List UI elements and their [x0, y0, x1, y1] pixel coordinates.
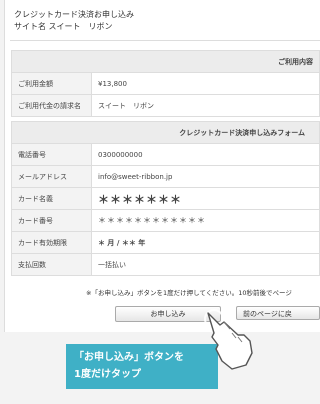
table-row: ご利用代金の請求名 スイート リボン: [11, 94, 320, 117]
card-number-field[interactable]: ＊＊＊＊＊＊＊＊＊＊＊＊: [91, 209, 320, 232]
tap-instruction-callout: 「お申し込み」ボタンを 1度だけタップ: [66, 344, 218, 389]
email-field[interactable]: info@sweet-ribbon.jp: [91, 165, 320, 188]
card-number-label: カード番号: [11, 209, 92, 232]
table-row: ご利用金額 ¥13,800: [11, 72, 320, 95]
billing-name-label: ご利用代金の請求名: [11, 94, 92, 117]
table-row: 支払回数 一括払い: [11, 253, 320, 276]
divider: [10, 40, 320, 41]
title-line-2: サイト名 スイート リボン: [14, 22, 113, 31]
card-expiry-field[interactable]: ＊ 月 / ＊＊ 年: [91, 231, 320, 254]
callout-line-2: 1度だけタップ: [74, 369, 141, 380]
notice-text: ※「お申し込み」ボタンを1度だけ押してください。10秒前後でページ: [86, 289, 292, 297]
billing-name-value: スイート リボン: [91, 94, 320, 117]
usage-table: ご利用内容 ご利用金額 ¥13,800 ご利用代金の請求名 スイート リボン: [11, 50, 320, 117]
title-line-1: クレジットカード決済お申し込み: [14, 10, 134, 19]
phone-label: 電話番号: [11, 143, 92, 166]
form-heading: クレジットカード決済申し込みフォーム: [11, 121, 320, 144]
page: クレジットカード決済お申し込み サイト名 スイート リボン ご利用内容 ご利用金…: [0, 0, 320, 404]
table-row: カード名義 ＊＊＊＊＊＊＊: [11, 187, 320, 210]
amount-value: ¥13,800: [91, 72, 320, 95]
card-holder-label: カード名義: [11, 187, 92, 210]
email-label: メールアドレス: [11, 165, 92, 188]
table-row: メールアドレス info@sweet-ribbon.jp: [11, 165, 320, 188]
card-holder-field[interactable]: ＊＊＊＊＊＊＊: [91, 187, 320, 210]
installments-field[interactable]: 一括払い: [91, 253, 320, 276]
table-row: カード有効期限 ＊ 月 / ＊＊ 年: [11, 231, 320, 254]
amount-label: ご利用金額: [11, 72, 92, 95]
usage-heading: ご利用内容: [11, 50, 320, 73]
callout-line-1: 「お申し込み」ボタンを: [74, 352, 184, 363]
table-row: カード番号 ＊＊＊＊＊＊＊＊＊＊＊＊: [11, 209, 320, 232]
table-row: 電話番号 0300000000: [11, 143, 320, 166]
phone-field[interactable]: 0300000000: [91, 143, 320, 166]
pointing-hand-icon: [204, 309, 253, 370]
installments-label: 支払回数: [11, 253, 92, 276]
card-expiry-label: カード有効期限: [11, 231, 92, 254]
card-form-table: クレジットカード決済申し込みフォーム 電話番号 0300000000 メールアド…: [11, 121, 320, 276]
page-title: クレジットカード決済お申し込み サイト名 スイート リボン: [14, 9, 134, 33]
